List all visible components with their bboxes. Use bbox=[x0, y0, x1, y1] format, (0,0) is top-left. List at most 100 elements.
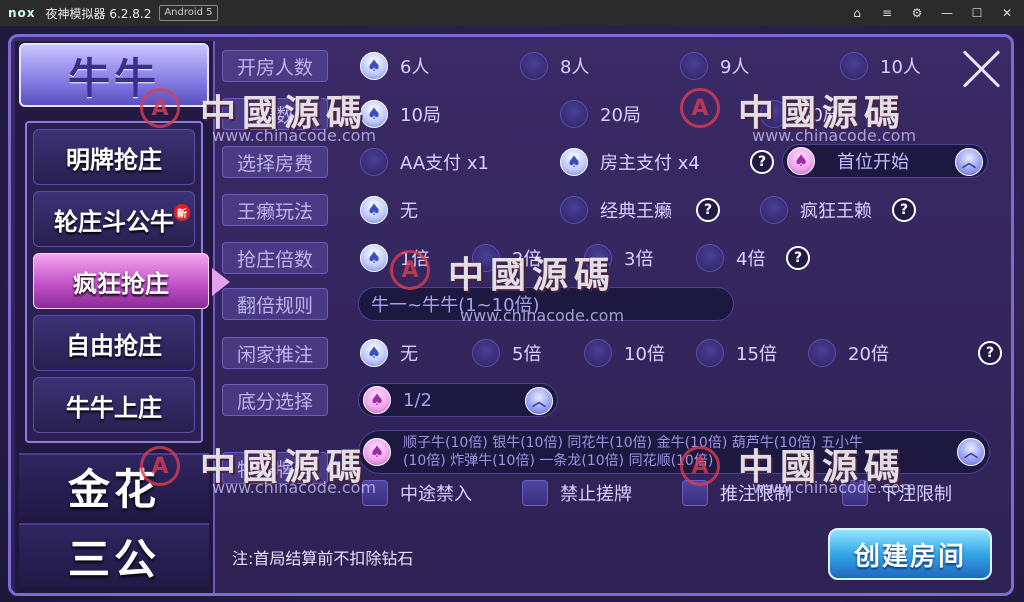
option-text: 经典王癞 bbox=[600, 201, 672, 222]
option-text: 20倍 bbox=[848, 344, 889, 365]
option-text: 8人 bbox=[560, 57, 590, 78]
option-text: 禁止搓牌 bbox=[560, 484, 632, 505]
radio-icon bbox=[472, 339, 500, 367]
maximize-icon[interactable]: ☐ bbox=[966, 3, 988, 23]
pink-spade-icon bbox=[363, 386, 391, 414]
players-label: 开房人数 bbox=[222, 50, 328, 82]
tab-jinhua[interactable]: 金花 bbox=[19, 453, 209, 517]
wild-option-none[interactable]: 无 bbox=[360, 195, 418, 225]
option-text: 10局 bbox=[400, 105, 441, 126]
settings-gear-icon[interactable]: ⚙ bbox=[906, 3, 928, 23]
push-option-5[interactable]: 5倍 bbox=[472, 338, 541, 368]
tab-niuniu[interactable]: 牛牛 bbox=[19, 43, 209, 107]
watermark-url: www.chinacode.com bbox=[212, 126, 377, 145]
mode-label: 牛牛上庄 bbox=[66, 393, 162, 422]
check-no-join[interactable]: 中途禁入 bbox=[362, 478, 472, 508]
option-text: 无 bbox=[400, 201, 418, 222]
fee-label: 选择房费 bbox=[222, 146, 328, 178]
mode-label: 轮庄斗公牛 bbox=[54, 207, 174, 236]
option-text: 6人 bbox=[400, 57, 430, 78]
mode-ziyou[interactable]: 自由抢庄 bbox=[33, 315, 195, 371]
option-text: 疯狂王赖 bbox=[800, 201, 872, 222]
push-option-10[interactable]: 10倍 bbox=[584, 338, 665, 368]
option-text: 10人 bbox=[880, 57, 921, 78]
push-option-15[interactable]: 15倍 bbox=[696, 338, 777, 368]
chevron-up-icon[interactable]: ︿ bbox=[957, 438, 985, 466]
watermark-logo-icon: A bbox=[680, 88, 720, 128]
radio-icon bbox=[360, 148, 388, 176]
base-score-value: 1/2 bbox=[403, 389, 432, 411]
watermark-url: www.chinacode.com bbox=[460, 306, 625, 325]
option-text: 中途禁入 bbox=[400, 484, 472, 505]
radio-selected-icon bbox=[360, 339, 388, 367]
diamond-note: 注:首局结算前不扣除钻石 bbox=[232, 549, 414, 568]
radio-icon bbox=[560, 100, 588, 128]
mode-label: 明牌抢庄 bbox=[66, 145, 162, 174]
radio-selected-icon bbox=[560, 148, 588, 176]
players-option-10[interactable]: 10人 bbox=[840, 51, 921, 81]
option-text: 5倍 bbox=[512, 344, 542, 365]
radio-icon bbox=[520, 52, 548, 80]
wild-label: 王癞玩法 bbox=[222, 194, 328, 226]
mode-mingpai[interactable]: 明牌抢庄 bbox=[33, 129, 195, 185]
mode-fengkuang[interactable]: 疯狂抢庄 bbox=[33, 253, 230, 309]
push-option-20[interactable]: 20倍 bbox=[808, 338, 889, 368]
push-label: 闲家推注 bbox=[222, 337, 328, 369]
start-order-value: 首位开始 bbox=[837, 152, 909, 173]
radio-selected-icon bbox=[360, 244, 388, 272]
chevron-up-icon[interactable]: ︿ bbox=[525, 387, 553, 415]
tab-sangong[interactable]: 三公 bbox=[19, 523, 209, 587]
radio-icon bbox=[840, 52, 868, 80]
create-room-button[interactable]: 创建房间 bbox=[828, 528, 992, 580]
grab-help-icon[interactable]: ? bbox=[786, 246, 810, 270]
menu-icon[interactable]: ≡ bbox=[876, 3, 898, 23]
radio-selected-icon bbox=[360, 196, 388, 224]
push-help-icon[interactable]: ? bbox=[978, 341, 1002, 365]
players-option-6[interactable]: 6人 bbox=[360, 51, 429, 81]
option-text: 20局 bbox=[600, 105, 641, 126]
option-text: 无 bbox=[400, 344, 418, 365]
option-text: 4倍 bbox=[736, 249, 766, 270]
wild-crazy-help-icon[interactable]: ? bbox=[892, 198, 916, 222]
rounds-option-10[interactable]: 10局 bbox=[360, 99, 441, 129]
base-score-select[interactable]: 1/2 ︿ bbox=[358, 383, 558, 417]
radio-icon bbox=[560, 196, 588, 224]
title-bar: nox 夜神模拟器 6.2.8.2 Android 5 ⌂ ≡ ⚙ — ☐ ✕ bbox=[0, 0, 1024, 26]
rounds-option-20[interactable]: 20局 bbox=[560, 99, 641, 129]
chevron-up-icon[interactable]: ︿ bbox=[955, 148, 983, 176]
option-text: 10倍 bbox=[624, 344, 665, 365]
new-badge: 新 bbox=[174, 204, 190, 221]
check-no-squeeze[interactable]: 禁止搓牌 bbox=[522, 478, 632, 508]
radio-icon bbox=[808, 339, 836, 367]
minimize-icon[interactable]: — bbox=[936, 3, 958, 23]
watermark-url: www.chinacode.com bbox=[212, 478, 377, 497]
players-option-8[interactable]: 8人 bbox=[520, 51, 589, 81]
wild-option-classic[interactable]: 经典王癞 bbox=[560, 195, 672, 225]
close-window-icon[interactable]: ✕ bbox=[996, 3, 1018, 23]
home-icon[interactable]: ⌂ bbox=[846, 3, 868, 23]
watermark-logo-icon: A bbox=[140, 88, 180, 128]
mode-niuniu-shangzhuang[interactable]: 牛牛上庄 bbox=[33, 377, 195, 433]
wild-classic-help-icon[interactable]: ? bbox=[696, 198, 720, 222]
fee-option-aa[interactable]: AA支付 x1 bbox=[360, 147, 489, 177]
push-option-none[interactable]: 无 bbox=[360, 338, 418, 368]
watermark-logo-icon: A bbox=[390, 250, 430, 290]
checkbox-icon bbox=[522, 480, 548, 506]
radio-icon bbox=[696, 244, 724, 272]
radio-icon bbox=[584, 339, 612, 367]
fee-option-owner[interactable]: 房主支付 x4 bbox=[560, 147, 700, 177]
players-option-9[interactable]: 9人 bbox=[680, 51, 749, 81]
wild-option-crazy[interactable]: 疯狂王赖 bbox=[760, 195, 872, 225]
grab-option-4[interactable]: 4倍 bbox=[696, 243, 765, 273]
base-score-label: 底分选择 bbox=[222, 384, 328, 416]
fee-help-icon[interactable]: ? bbox=[750, 150, 774, 174]
mode-label: 自由抢庄 bbox=[66, 331, 162, 360]
window-controls: ⌂ ≡ ⚙ — ☐ ✕ bbox=[846, 3, 1018, 23]
close-dialog-icon[interactable] bbox=[960, 46, 1004, 90]
watermark-url: www.chinacode.com bbox=[752, 478, 917, 497]
mode-label: 疯狂抢庄 bbox=[73, 269, 169, 298]
mode-lunzhuang[interactable]: 轮庄斗公牛新 bbox=[33, 191, 195, 247]
start-order-select[interactable]: 首位开始 ︿ bbox=[782, 144, 988, 178]
option-text: 房主支付 x4 bbox=[600, 153, 700, 174]
radio-selected-icon bbox=[360, 52, 388, 80]
